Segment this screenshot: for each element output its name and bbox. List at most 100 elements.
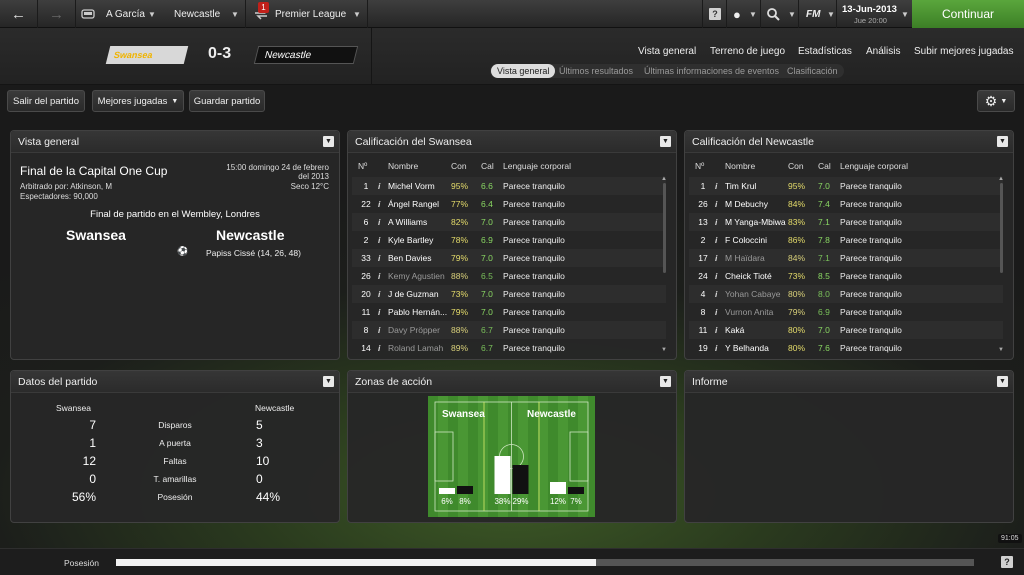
- info-icon[interactable]: i: [715, 235, 717, 245]
- subtab-ultimos-resultados[interactable]: Últimos resultados: [553, 64, 639, 78]
- info-icon[interactable]: i: [378, 307, 380, 317]
- player-name[interactable]: Roland Lamah: [388, 343, 443, 353]
- manager-name[interactable]: A García: [106, 0, 145, 28]
- home-team-badge[interactable]: Swansea: [105, 46, 189, 64]
- chevron-down-icon[interactable]: ▼: [901, 0, 909, 28]
- subtab-clasificacion[interactable]: Clasificación: [781, 64, 844, 78]
- info-icon[interactable]: i: [378, 253, 380, 263]
- info-icon[interactable]: i: [715, 343, 717, 353]
- info-icon[interactable]: i: [378, 181, 380, 191]
- player-name[interactable]: Ben Davies: [388, 253, 431, 263]
- player-name[interactable]: Y Belhanda: [725, 343, 769, 353]
- column-header[interactable]: Nº: [695, 161, 704, 171]
- chevron-down-icon[interactable]: ▼: [231, 0, 239, 28]
- chevron-down-icon[interactable]: ▼: [323, 376, 334, 387]
- table-row[interactable]: 24 i Cheick Tioté 73% 8.5 Parece tranquilo: [689, 267, 1003, 285]
- column-header[interactable]: Lenguaje corporal: [840, 161, 908, 171]
- player-name[interactable]: M Debuchy: [725, 199, 768, 209]
- info-icon[interactable]: i: [715, 217, 717, 227]
- player-name[interactable]: F Coloccini: [725, 235, 767, 245]
- info-icon[interactable]: i: [715, 307, 717, 317]
- chevron-down-icon[interactable]: ▼: [997, 376, 1008, 387]
- chevron-down-icon[interactable]: ▼: [660, 136, 671, 147]
- competition-name[interactable]: Premier League: [275, 0, 346, 28]
- back-button[interactable]: ←: [0, 0, 38, 28]
- table-row[interactable]: 11 i Kaká 80% 7.0 Parece tranquilo: [689, 321, 1003, 339]
- scroll-down-icon[interactable]: ▼: [998, 347, 1004, 353]
- player-name[interactable]: Vurnon Anita: [725, 307, 773, 317]
- info-icon[interactable]: i: [715, 325, 717, 335]
- scrollbar[interactable]: [1000, 183, 1003, 273]
- player-name[interactable]: Tim Krul: [725, 181, 756, 191]
- info-icon[interactable]: i: [378, 235, 380, 245]
- column-header[interactable]: Cal: [481, 161, 494, 171]
- tab-estadisticas[interactable]: Estadísticas: [798, 46, 852, 57]
- column-header[interactable]: Con: [788, 161, 804, 171]
- scroll-up-icon[interactable]: ▲: [661, 176, 667, 182]
- chevron-down-icon[interactable]: ▼: [997, 136, 1008, 147]
- table-row[interactable]: 22 i Ángel Rangel 77% 6.4 Parece tranquilo: [352, 195, 666, 213]
- table-row[interactable]: 6i A Williams 82% 7.0 Parece tranquilo: [352, 213, 666, 231]
- table-row[interactable]: 19 i Y Belhanda 80% 7.6 Parece tranquilo: [689, 339, 1003, 357]
- tab-vista-general[interactable]: Vista general: [638, 46, 696, 57]
- subtab-vista-general[interactable]: Vista general: [491, 64, 556, 78]
- table-row[interactable]: 14 i Roland Lamah 89% 6.7 Parece tranquilo: [352, 339, 666, 357]
- table-row[interactable]: 20 i J de Guzman 73% 7.0 Parece tranquilo: [352, 285, 666, 303]
- away-team-badge[interactable]: Newcastle: [253, 46, 359, 64]
- info-icon[interactable]: i: [378, 199, 380, 209]
- player-name[interactable]: Davy Pröpper: [388, 325, 440, 335]
- player-name[interactable]: Kyle Bartley: [388, 235, 433, 245]
- settings-button[interactable]: ⚙ ▼: [977, 90, 1015, 112]
- player-name[interactable]: Ángel Rangel: [388, 199, 439, 209]
- tab-analisis[interactable]: Análisis: [866, 46, 900, 57]
- info-icon[interactable]: i: [378, 343, 380, 353]
- scroll-down-icon[interactable]: ▼: [661, 347, 667, 353]
- player-name[interactable]: A Williams: [388, 217, 427, 227]
- column-header[interactable]: Cal: [818, 161, 831, 171]
- table-row[interactable]: 11 i Pablo Hernán... 79% 7.0 Parece tranquilo: [352, 303, 666, 321]
- info-icon[interactable]: i: [378, 217, 380, 227]
- info-icon[interactable]: i: [715, 271, 717, 281]
- player-name[interactable]: Pablo Hernán...: [388, 307, 447, 317]
- exit-match-button[interactable]: Salir del partido: [7, 90, 85, 112]
- forward-button[interactable]: →: [38, 0, 76, 28]
- column-header[interactable]: Nombre: [725, 161, 755, 171]
- chevron-down-icon[interactable]: ▼: [660, 376, 671, 387]
- table-row[interactable]: 1 i Michel Vorm 95% 6.6 Parece tranquilo: [352, 177, 666, 195]
- chevron-down-icon[interactable]: ▼: [148, 0, 156, 28]
- table-row[interactable]: 26 i M Debuchy 84% 7.4 Parece tranquilo: [689, 195, 1003, 213]
- info-icon[interactable]: i: [378, 289, 380, 299]
- subtab-ultimas-informaciones[interactable]: Últimas informaciones de eventos: [638, 64, 785, 78]
- save-match-button[interactable]: Guardar partido: [189, 90, 265, 112]
- table-row[interactable]: 2i F Coloccini 86% 7.8 Parece tranquilo: [689, 231, 1003, 249]
- column-header[interactable]: Lenguaje corporal: [503, 161, 571, 171]
- column-header[interactable]: Nº: [358, 161, 367, 171]
- player-name[interactable]: J de Guzman: [388, 289, 439, 299]
- current-date[interactable]: 13-Jun-2013: [842, 4, 897, 15]
- table-row[interactable]: 13 i M Yanga-Mbiwa 83% 7.1 Parece tranquilo: [689, 213, 1003, 231]
- info-icon[interactable]: i: [715, 181, 717, 191]
- help-icon[interactable]: ?: [1001, 556, 1013, 568]
- tab-terreno-de-juego[interactable]: Terreno de juego: [710, 46, 785, 57]
- tab-subir-mejores-jugadas[interactable]: Subir mejores jugadas: [914, 46, 1014, 57]
- search-icon[interactable]: [767, 8, 780, 24]
- help-icon[interactable]: ?: [709, 8, 721, 20]
- info-icon[interactable]: i: [715, 253, 717, 263]
- player-name[interactable]: Kemy Agustien: [388, 271, 445, 281]
- club-name[interactable]: Newcastle: [174, 0, 220, 28]
- player-name[interactable]: Yohan Cabaye: [725, 289, 780, 299]
- globe-icon[interactable]: ●: [733, 0, 741, 28]
- player-name[interactable]: Kaká: [725, 325, 744, 335]
- fm-logo[interactable]: FM: [806, 0, 820, 28]
- chevron-down-icon[interactable]: ▼: [749, 0, 757, 28]
- chevron-down-icon[interactable]: ▼: [827, 0, 835, 28]
- info-icon[interactable]: i: [715, 289, 717, 299]
- column-header[interactable]: Con: [451, 161, 467, 171]
- table-row[interactable]: 17 i M Haïdara 84% 7.1 Parece tranquilo: [689, 249, 1003, 267]
- table-row[interactable]: 8 i Davy Pröpper 88% 6.7 Parece tranquilo: [352, 321, 666, 339]
- best-plays-button[interactable]: Mejores jugadas ▼: [92, 90, 184, 112]
- player-name[interactable]: Michel Vorm: [388, 181, 435, 191]
- player-name[interactable]: M Yanga-Mbiwa: [725, 217, 786, 227]
- player-name[interactable]: M Haïdara: [725, 253, 765, 263]
- info-icon[interactable]: i: [715, 199, 717, 209]
